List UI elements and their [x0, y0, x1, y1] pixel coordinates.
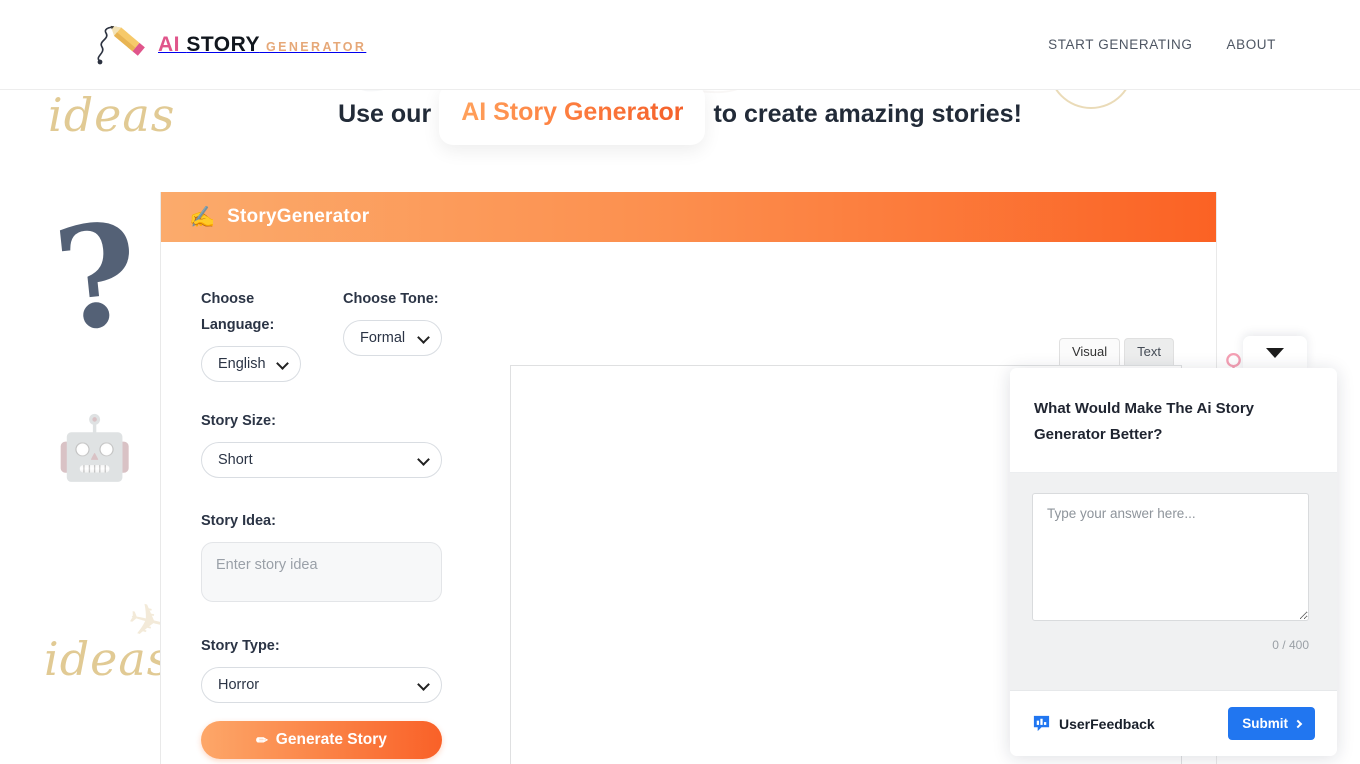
robot-doodle: 🤖 [56, 414, 134, 483]
ideas-doodle-bottom: ideas [44, 632, 172, 686]
generate-story-button[interactable]: ✏ Generate Story [201, 721, 442, 760]
bar-chart-bubble-icon [1033, 715, 1050, 732]
feedback-brand-label: UserFeedback [1059, 715, 1155, 732]
size-field: Story Size: Short [201, 408, 486, 479]
language-label: Choose Language: [201, 291, 275, 334]
nav-start-generating[interactable]: START GENERATING [1048, 37, 1192, 52]
brand-story: STORY [186, 32, 260, 56]
generator-form: Choose Language: English Choose Tone: Fo… [161, 242, 486, 764]
idea-field: Story Idea: [201, 508, 486, 607]
hero-accent-pill: AI Story Generator [439, 84, 706, 145]
chevron-right-icon [1293, 719, 1303, 728]
writing-hand-icon: ✍️ [189, 205, 216, 229]
story-idea-input[interactable] [201, 542, 442, 603]
tone-select[interactable]: Formal [343, 320, 442, 357]
tone-select-wrap: Formal [343, 320, 442, 357]
feedback-answer-input[interactable] [1032, 492, 1309, 621]
main-nav: START GENERATING ABOUT [1048, 37, 1276, 52]
page-root: ideas ? 🤖 ✈ ideas ⚲ AI STORY GENERATOR S… [0, 0, 1360, 764]
type-label: Story Type: [201, 638, 280, 655]
nav-about[interactable]: ABOUT [1226, 37, 1276, 52]
size-label: Story Size: [201, 413, 276, 430]
feedback-question: What Would Make The Ai Story Generator B… [1010, 368, 1337, 473]
language-tone-row: Choose Language: English Choose Tone: Fo… [201, 286, 486, 383]
tab-text[interactable]: Text [1124, 338, 1174, 365]
hero-accent-text: AI Story Generator [461, 98, 684, 126]
hero-prefix: Use our [338, 100, 432, 128]
pencil-icon: ✏ [256, 731, 268, 748]
hero-headline: Use our AI Story Generator to create ama… [338, 84, 1022, 145]
idea-label: Story Idea: [201, 513, 276, 530]
feedback-collapse-button[interactable] [1243, 336, 1307, 370]
editor-tabs: Visual Text [1058, 338, 1174, 365]
caret-down-icon [1266, 348, 1284, 358]
language-select[interactable]: English [201, 346, 301, 383]
brand-text: AI STORY GENERATOR [158, 34, 366, 55]
generate-story-label: Generate Story [275, 731, 387, 749]
type-field: Story Type: Horror [201, 633, 486, 704]
brand-title: AI STORY [158, 33, 266, 56]
feedback-submit-label: Submit [1242, 716, 1288, 731]
language-field: Choose Language: English [201, 286, 321, 383]
feedback-answer-area: 0 / 400 [1010, 472, 1337, 690]
tab-visual[interactable]: Visual [1058, 338, 1121, 365]
feedback-footer: UserFeedback Submit [1010, 690, 1337, 756]
type-select-wrap: Horror [201, 667, 442, 704]
size-select-wrap: Short [201, 442, 442, 479]
hero-section: Use our AI Story Generator to create ama… [0, 84, 1360, 145]
feedback-char-counter: 0 / 400 [1272, 637, 1309, 652]
brand-subtitle: GENERATOR [266, 39, 367, 54]
feedback-brand: UserFeedback [1032, 714, 1155, 733]
site-header: AI STORY GENERATOR START GENERATING ABOU… [0, 0, 1360, 90]
brand-logo[interactable]: AI STORY GENERATOR [92, 21, 366, 69]
story-type-select[interactable]: Horror [201, 667, 442, 704]
language-select-wrap: English [201, 346, 301, 383]
generator-title: StoryGenerator [227, 206, 370, 227]
question-mark-doodle: ? [47, 192, 147, 364]
generator-titlebar: ✍️ StoryGenerator [161, 192, 1216, 242]
story-size-select[interactable]: Short [201, 442, 442, 479]
tone-label: Choose Tone: [343, 291, 439, 307]
tone-field: Choose Tone: Formal [343, 286, 442, 357]
user-feedback-widget: What Would Make The Ai Story Generator B… [1010, 368, 1337, 756]
pencil-logo-icon [97, 25, 145, 64]
feedback-submit-button[interactable]: Submit [1228, 707, 1315, 740]
brand-ai: AI [158, 32, 180, 56]
hero-suffix: to create amazing stories! [713, 100, 1022, 128]
